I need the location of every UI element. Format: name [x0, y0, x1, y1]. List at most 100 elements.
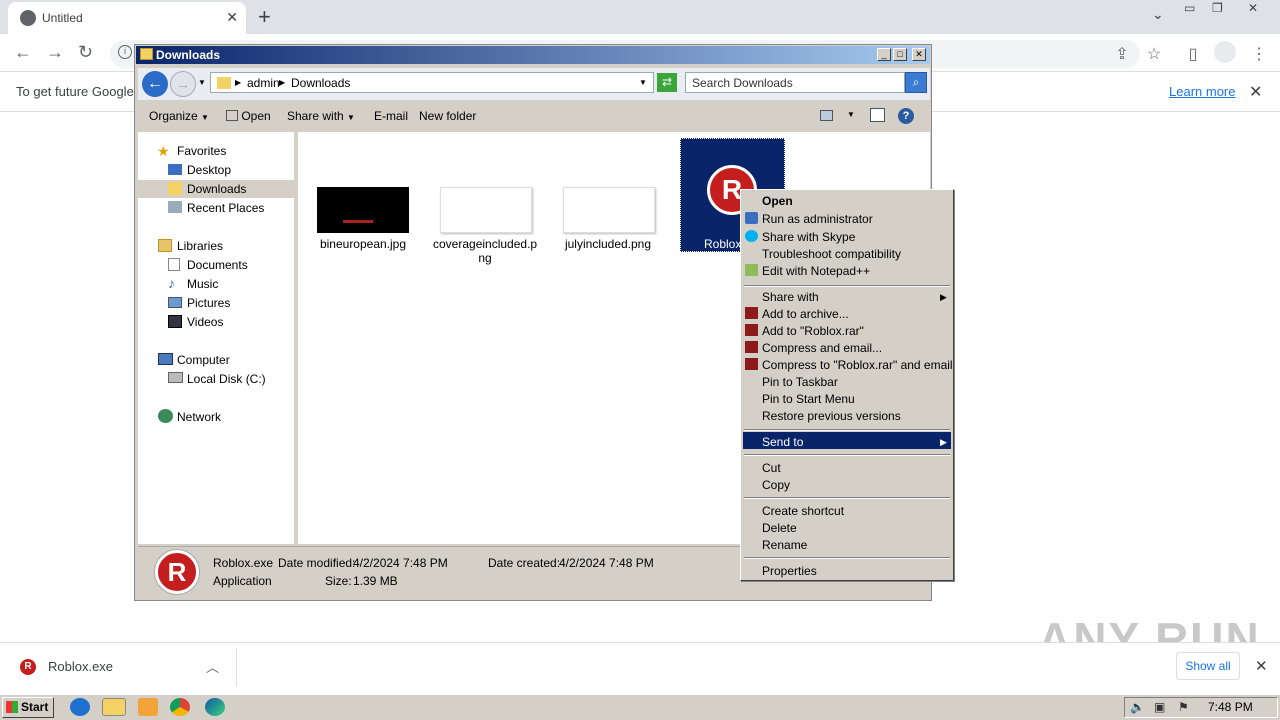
action-center-flag-icon[interactable]: ⚑	[1178, 700, 1189, 714]
search-icon[interactable]: ⌕	[905, 72, 927, 93]
download-item-name[interactable]: Roblox.exe	[48, 659, 113, 674]
nav-recent-places[interactable]: Recent Places	[187, 201, 264, 215]
file-name-coverageincluded[interactable]: coverageincluded.p ng	[433, 237, 537, 265]
history-dropdown-icon[interactable]: ▼	[198, 78, 206, 87]
file-name-julyincluded[interactable]: julyincluded.png	[556, 237, 660, 251]
new-folder-button[interactable]: New folder	[419, 109, 476, 123]
folder-icon	[140, 48, 153, 60]
info-icon[interactable]: i	[118, 45, 132, 59]
nav-music[interactable]: Music	[187, 277, 218, 291]
open-button[interactable]: Open	[226, 109, 271, 123]
chevron-icon[interactable]: ▶	[279, 78, 285, 87]
menu-create-shortcut[interactable]: Create shortcut	[762, 504, 844, 518]
menu-pin-taskbar[interactable]: Pin to Taskbar	[762, 375, 838, 389]
chrome-icon[interactable]	[170, 698, 190, 716]
menu-send-to[interactable]: Send to	[762, 435, 803, 449]
menu-run-as-admin[interactable]: Run as administrator	[762, 212, 873, 226]
network-icon	[158, 409, 173, 423]
nav-libraries[interactable]: Libraries	[177, 239, 223, 253]
file-name-bineuropean[interactable]: bineuropean.jpg	[311, 237, 415, 251]
tab-search-chevron-icon[interactable]: ⌄	[1152, 6, 1164, 23]
file-name-roblox[interactable]: Roblox.	[704, 237, 745, 251]
profile-avatar[interactable]	[1214, 41, 1236, 63]
reload-icon[interactable]: ↻	[78, 42, 93, 63]
breadcrumb-admin[interactable]: admin	[247, 76, 280, 90]
organize-button[interactable]: Organize ▼	[149, 109, 209, 123]
internet-explorer-icon[interactable]	[70, 698, 90, 716]
refresh-icon[interactable]: ⇄	[657, 73, 677, 92]
media-player-icon[interactable]	[138, 698, 158, 716]
menu-compress-rar-email[interactable]: Compress to "Roblox.rar" and email	[762, 358, 953, 372]
menu-compress-email[interactable]: Compress and email...	[762, 341, 882, 355]
preview-pane-icon[interactable]	[870, 108, 885, 122]
nav-computer[interactable]: Computer	[177, 353, 230, 367]
organize-label: Organize	[149, 109, 198, 123]
menu-cut[interactable]: Cut	[762, 461, 781, 475]
edge-icon[interactable]	[205, 698, 225, 716]
download-options-chevron-icon[interactable]: ︿	[206, 657, 219, 676]
menu-edit-notepadpp[interactable]: Edit with Notepad++	[762, 264, 870, 278]
learn-more-link[interactable]: Learn more	[1169, 84, 1235, 99]
menu-open[interactable]: Open	[762, 194, 793, 208]
start-button[interactable]: Start	[2, 697, 54, 718]
menu-share-with[interactable]: Share with	[762, 290, 819, 304]
file-thumbnail-julyincluded[interactable]	[563, 187, 655, 233]
nav-videos[interactable]: Videos	[187, 315, 223, 329]
nav-local-disk[interactable]: Local Disk (C:)	[187, 372, 266, 386]
menu-rename[interactable]: Rename	[762, 538, 807, 552]
explorer-taskbar-icon[interactable]	[102, 698, 126, 716]
view-dropdown-icon[interactable]: ▼	[847, 110, 855, 119]
network-tray-icon[interactable]: ▣	[1154, 700, 1165, 714]
explorer-forward-button[interactable]: →	[170, 71, 196, 97]
bookmark-star-icon[interactable]: ☆	[1145, 44, 1163, 63]
menu-delete[interactable]: Delete	[762, 521, 797, 535]
forward-icon[interactable]: →	[46, 42, 64, 63]
explorer-address-bar[interactable]: ▶ admin ▶ Downloads ▼	[210, 72, 654, 93]
menu-properties[interactable]: Properties	[762, 564, 817, 578]
breadcrumb-downloads[interactable]: Downloads	[291, 76, 350, 90]
email-button[interactable]: E-mail	[374, 109, 408, 123]
menu-restore-versions[interactable]: Restore previous versions	[762, 409, 901, 423]
menu-troubleshoot[interactable]: Troubleshoot compatibility	[762, 247, 901, 261]
close-tab-icon[interactable]: ✕	[226, 9, 238, 26]
restore-window-button[interactable]: ❐	[1212, 1, 1223, 15]
info-bar-close-icon[interactable]: ✕	[1249, 82, 1262, 102]
explorer-close-button[interactable]: ✕	[912, 48, 926, 61]
address-dropdown-icon[interactable]: ▼	[639, 78, 647, 87]
explorer-back-button[interactable]: ←	[142, 71, 168, 97]
nav-favorites[interactable]: Favorites	[177, 144, 226, 158]
share-icon[interactable]: ⇪	[1113, 44, 1131, 63]
explorer-title-bar[interactable]: Downloads	[136, 46, 930, 64]
chevron-icon[interactable]: ▶	[235, 78, 241, 87]
menu-share-skype[interactable]: Share with Skype	[762, 230, 855, 244]
help-icon[interactable]: ?	[898, 108, 914, 124]
nav-desktop[interactable]: Desktop	[187, 163, 231, 177]
nav-downloads[interactable]: Downloads	[187, 182, 246, 196]
menu-kebab-icon[interactable]: ⋮	[1250, 44, 1268, 63]
file-thumbnail-bineuropean[interactable]	[317, 187, 409, 233]
tab-untitled[interactable]: Untitled ✕	[8, 2, 246, 34]
nav-network[interactable]: Network	[177, 410, 221, 424]
back-icon[interactable]: ←	[14, 42, 32, 63]
menu-add-to-rar[interactable]: Add to "Roblox.rar"	[762, 324, 864, 338]
clock[interactable]: 7:48 PM	[1208, 700, 1253, 714]
menu-add-to-archive[interactable]: Add to archive...	[762, 307, 849, 321]
view-icon[interactable]	[820, 110, 833, 121]
download-shelf-close-icon[interactable]: ✕	[1255, 657, 1268, 675]
menu-pin-start[interactable]: Pin to Start Menu	[762, 392, 855, 406]
notepad-plus-plus-icon	[745, 264, 758, 276]
show-all-button[interactable]: Show all	[1176, 652, 1240, 680]
explorer-search-input[interactable]: Search Downloads	[685, 72, 905, 93]
explorer-maximize-button[interactable]: □	[893, 48, 907, 61]
share-with-button[interactable]: Share with ▼	[287, 109, 355, 123]
new-tab-button[interactable]: +	[258, 4, 271, 30]
side-panel-icon[interactable]: ▯	[1184, 44, 1202, 63]
menu-copy[interactable]: Copy	[762, 478, 790, 492]
explorer-minimize-button[interactable]: _	[877, 48, 891, 61]
file-thumbnail-coverageincluded[interactable]	[440, 187, 532, 233]
minimize-window-button[interactable]: ▭	[1184, 1, 1195, 15]
nav-documents[interactable]: Documents	[187, 258, 248, 272]
close-window-button[interactable]: ✕	[1248, 1, 1258, 15]
nav-pictures[interactable]: Pictures	[187, 296, 230, 310]
volume-icon[interactable]: 🔈	[1130, 700, 1145, 714]
